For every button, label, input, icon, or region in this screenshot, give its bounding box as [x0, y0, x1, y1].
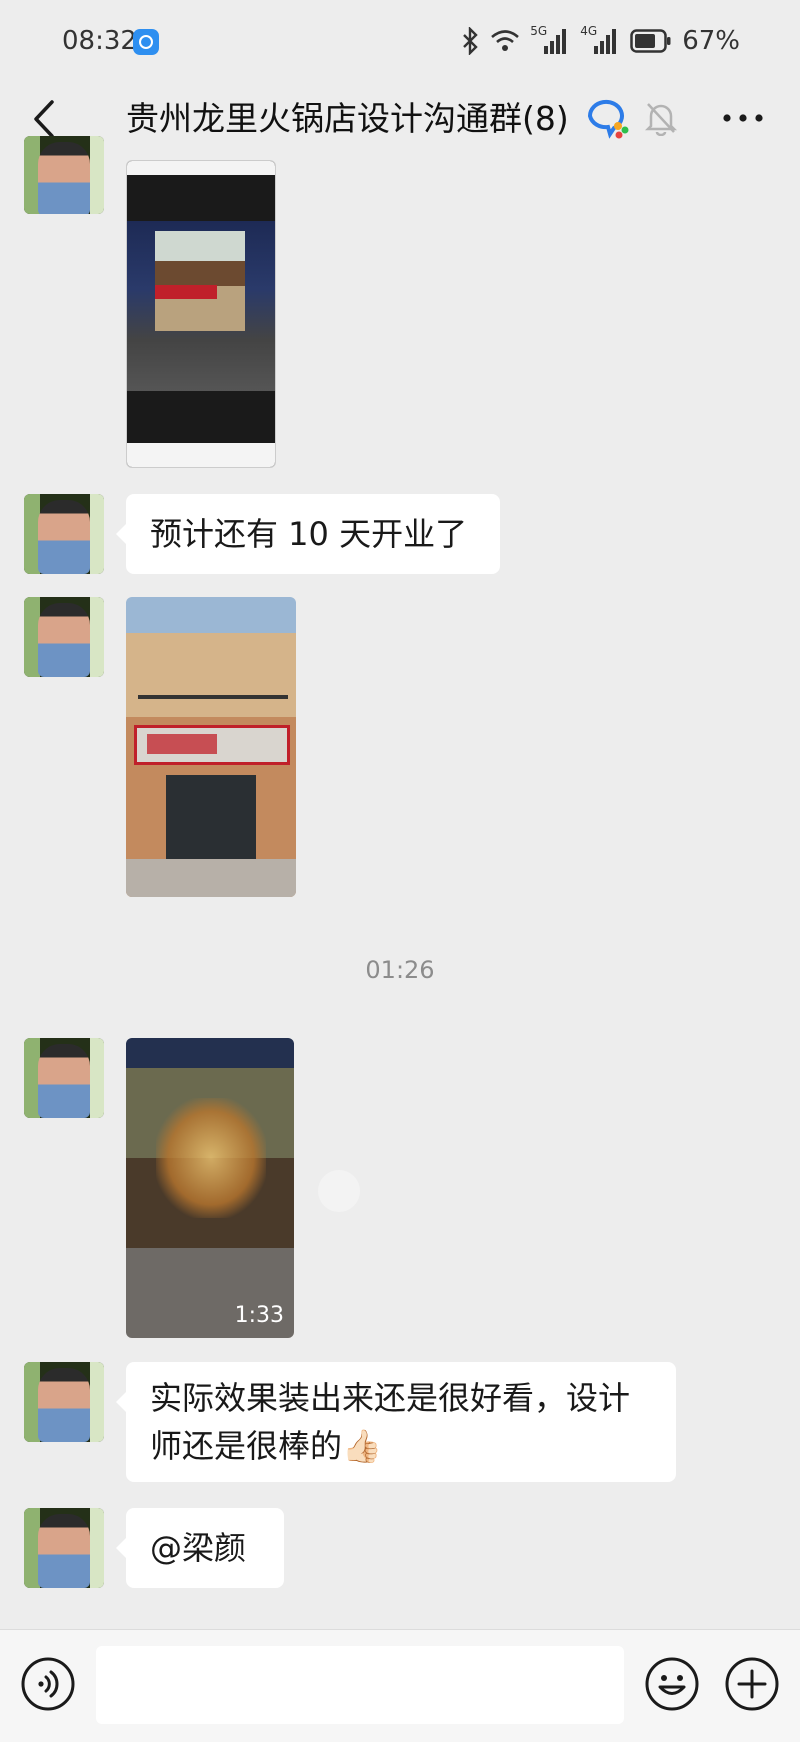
- battery-percent: 67%: [682, 26, 740, 56]
- message-text: @梁颜: [150, 1529, 247, 1567]
- text-message[interactable]: 预计还有 10 天开业了: [116, 494, 500, 574]
- image-message[interactable]: [126, 597, 296, 897]
- more-button[interactable]: [718, 98, 768, 138]
- avatar[interactable]: [24, 597, 104, 677]
- signal-5g-icon: 5G: [530, 24, 570, 56]
- message-text: 预计还有 10 天开业了: [150, 515, 468, 553]
- battery-icon: [630, 29, 671, 53]
- plus-icon: [725, 1657, 779, 1711]
- chat-title: 贵州龙里火锅店设计沟通群(8): [126, 99, 569, 138]
- status-icons: 5G 4G 67%: [460, 24, 740, 58]
- touch-indicator: [318, 1170, 360, 1212]
- voice-button[interactable]: [20, 1656, 76, 1712]
- message-text: 实际效果装出来还是很好看，设计师还是很棒的👍🏻: [150, 1379, 631, 1465]
- text-message[interactable]: @梁颜: [116, 1508, 284, 1588]
- wifi-icon: [491, 30, 520, 51]
- avatar[interactable]: [24, 494, 104, 574]
- message-input[interactable]: [96, 1646, 624, 1724]
- signal-4g-icon: 4G: [580, 24, 620, 56]
- status-time: 08:32: [62, 26, 137, 56]
- avatar[interactable]: [24, 136, 104, 214]
- image-message[interactable]: [126, 160, 276, 468]
- mute-bell-icon: [644, 103, 678, 136]
- bluetooth-icon: [463, 27, 478, 55]
- more-functions-button[interactable]: [724, 1656, 780, 1712]
- avatar[interactable]: [24, 1362, 104, 1442]
- chat-header: 贵州龙里火锅店设计沟通群(8): [0, 82, 800, 158]
- more-icon: [723, 114, 763, 122]
- avatar[interactable]: [24, 1508, 104, 1588]
- voice-icon: [21, 1657, 75, 1711]
- emoji-button[interactable]: [644, 1656, 700, 1712]
- app-notification-icon: [133, 29, 159, 55]
- video-duration: 1:33: [234, 1303, 284, 1328]
- emoji-icon: [645, 1657, 699, 1711]
- message-timestamp: 01:26: [365, 956, 435, 984]
- avatar[interactable]: [24, 1038, 104, 1118]
- text-message[interactable]: 实际效果装出来还是很好看，设计师还是很棒的👍🏻: [116, 1362, 676, 1482]
- video-message[interactable]: 1:33: [126, 1038, 294, 1338]
- input-bar: [0, 1629, 800, 1742]
- status-bar: 08:32 5G 4G 67%: [0, 0, 800, 82]
- wecom-icon[interactable]: [584, 96, 630, 140]
